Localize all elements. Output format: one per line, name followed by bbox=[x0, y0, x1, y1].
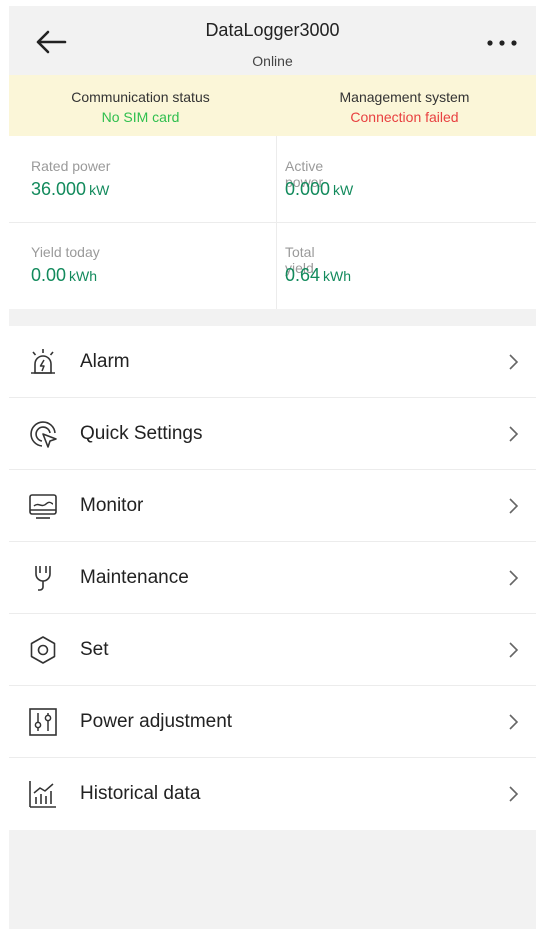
status-bar: Communication status No SIM card Managem… bbox=[9, 75, 536, 136]
menu-item-historical-data[interactable]: Historical data bbox=[9, 758, 536, 830]
management-system-value: Connection failed bbox=[350, 109, 459, 125]
metrics-panel: Rated power 36.000 kW Active power 0.000 k… bbox=[9, 136, 536, 309]
menu-item-label: Set bbox=[80, 639, 109, 660]
menu-item-label: Power adjustment bbox=[80, 711, 233, 732]
menu-item-set[interactable]: Set bbox=[9, 614, 536, 686]
menu-item-maintenance[interactable]: Maintenance bbox=[9, 542, 536, 614]
page-title: DataLogger3000 bbox=[205, 20, 340, 40]
device-status-subtitle: Online bbox=[252, 53, 293, 69]
app-screen: DataLogger3000 Online Communication stat… bbox=[9, 6, 536, 929]
chevron-right-icon bbox=[509, 786, 519, 802]
menu-item-quick-settings[interactable]: Quick Settings bbox=[9, 398, 536, 470]
metric-unit: kW bbox=[333, 182, 354, 198]
communication-status-value: No SIM card bbox=[101, 109, 180, 125]
metric-unit: kWh bbox=[323, 268, 352, 284]
alarm-icon bbox=[31, 349, 55, 374]
maintenance-icon bbox=[35, 566, 51, 591]
historical-data-icon bbox=[29, 781, 56, 808]
menu-item-monitor[interactable]: Monitor bbox=[9, 470, 536, 542]
menu-item-alarm[interactable]: Alarm bbox=[9, 326, 536, 398]
header: DataLogger3000 Online bbox=[9, 6, 536, 75]
menu-item-label: Historical data bbox=[80, 783, 201, 804]
chevron-right-icon bbox=[509, 354, 519, 370]
power-adjustment-icon bbox=[29, 708, 57, 736]
chevron-right-icon bbox=[509, 642, 519, 658]
monitor-icon bbox=[29, 494, 57, 519]
metric-number: 0.000 bbox=[285, 179, 331, 199]
quick-settings-icon bbox=[30, 421, 57, 448]
menu-item-power-adjustment[interactable]: Power adjustment bbox=[9, 686, 536, 758]
menu-item-label: Alarm bbox=[80, 351, 130, 372]
menu-item-label: Maintenance bbox=[80, 567, 189, 588]
metric-value: 0.64 kWh bbox=[285, 265, 351, 286]
chevron-right-icon bbox=[509, 426, 519, 442]
metric-total-yield: Total yield 0.64 kWh bbox=[9, 222, 351, 308]
chevron-right-icon bbox=[509, 498, 519, 514]
more-horizontal-icon bbox=[487, 40, 517, 46]
communication-status: Communication status No SIM card bbox=[9, 88, 272, 127]
management-system-status: Management system Connection failed bbox=[273, 88, 536, 127]
metric-value: 0.000 kW bbox=[285, 179, 353, 200]
metric-active-power: Active power 0.000 kW bbox=[9, 136, 353, 222]
more-button[interactable] bbox=[482, 28, 522, 58]
chevron-right-icon bbox=[509, 714, 519, 730]
menu-item-label: Monitor bbox=[80, 495, 144, 516]
metric-number: 0.64 bbox=[285, 265, 321, 285]
settings-hex-icon bbox=[30, 636, 56, 664]
chevron-right-icon bbox=[509, 570, 519, 586]
management-system-label: Management system bbox=[339, 89, 470, 105]
communication-status-label: Communication status bbox=[71, 89, 210, 105]
function-menu: Alarm Quick Settings Monitor Maintenance… bbox=[9, 326, 536, 830]
menu-item-label: Quick Settings bbox=[80, 423, 203, 444]
